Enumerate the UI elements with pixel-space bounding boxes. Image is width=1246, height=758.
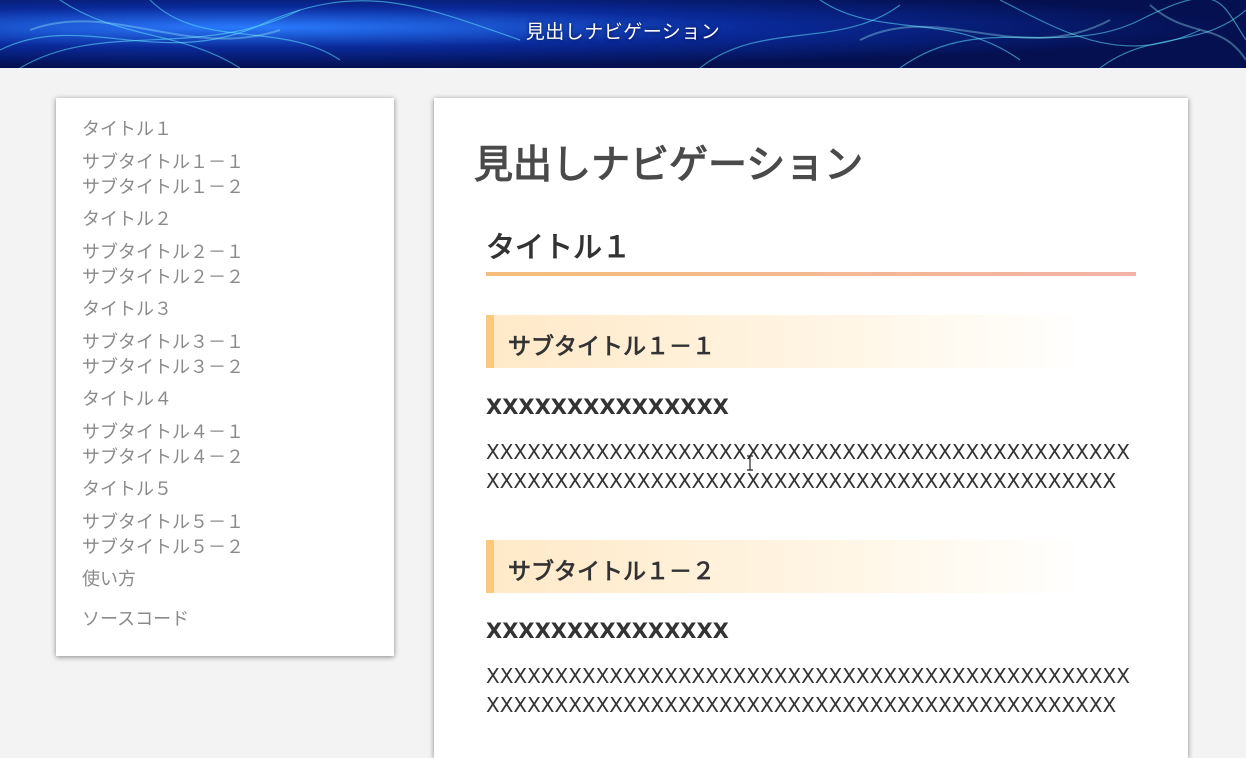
subsection-heading-1-text: サブタイトル１－１ [508, 334, 715, 360]
subsection-heading-2: サブタイトル１－２ [486, 540, 1086, 593]
banner-title: 見出しナビゲーション [525, 21, 721, 43]
sidebar-item-subtitle-1-2[interactable]: サブタイトル１－２ [82, 177, 244, 199]
sidebar-item-subtitle-4-2[interactable]: サブタイトル４－２ [82, 447, 244, 469]
sidebar-item-title-4[interactable]: タイトル４ [82, 389, 172, 411]
sidebar-item-subtitle-4-1[interactable]: サブタイトル４－１ [82, 422, 244, 444]
sidebar-item-source-code[interactable]: ソースコード [82, 609, 189, 631]
sidebar-item-subtitle-5-2[interactable]: サブタイトル５－２ [82, 537, 244, 559]
sidebar-item-subtitle-2-2[interactable]: サブタイトル２－２ [82, 267, 244, 289]
text-cursor-icon [747, 455, 753, 471]
sidebar-item-title-5[interactable]: タイトル５ [82, 479, 172, 501]
sidebar-nav: タイトル１ サブタイトル１－１ サブタイトル１－２ タイトル２ サブタイトル２－… [56, 98, 394, 656]
sidebar-item-title-1[interactable]: タイトル１ [82, 119, 172, 141]
sidebar-item-subtitle-3-1[interactable]: サブタイトル３－１ [82, 332, 244, 354]
sidebar-item-subtitle-3-2[interactable]: サブタイトル３－２ [82, 357, 244, 379]
subsection-1-paragraph: XXXXXXXXXXXXXXXXXXXXXXXXXXXXXXXXXXXXXXXX… [486, 440, 1130, 493]
header-banner: 見出しナビゲーション [0, 0, 1246, 68]
section-title: タイトル１ [486, 230, 632, 264]
subsection-heading-1: サブタイトル１－１ [486, 315, 1086, 368]
section-title-underline [486, 272, 1136, 276]
page-title: 見出しナビゲーション [474, 143, 864, 188]
sidebar-item-subtitle-2-1[interactable]: サブタイトル２－１ [82, 242, 244, 264]
subsection-2-paragraph: XXXXXXXXXXXXXXXXXXXXXXXXXXXXXXXXXXXXXXXX… [486, 664, 1130, 717]
sidebar-item-title-3[interactable]: タイトル３ [82, 299, 172, 321]
sidebar-item-title-2[interactable]: タイトル２ [82, 209, 172, 231]
subsection-heading-2-text: サブタイトル１－２ [508, 559, 715, 585]
sidebar-item-subtitle-1-1[interactable]: サブタイトル１－１ [82, 152, 244, 174]
main-content: 見出しナビゲーション タイトル１ サブタイトル１－１ XXXXXXXXXXXXX… [434, 98, 1188, 758]
sidebar-item-usage[interactable]: 使い方 [82, 569, 136, 591]
subsection-1-subheading: XXXXXXXXXXXXXXX [486, 395, 729, 419]
subsection-2-subheading: XXXXXXXXXXXXXXX [486, 619, 729, 643]
sidebar-item-subtitle-5-1[interactable]: サブタイトル５－１ [82, 512, 244, 534]
